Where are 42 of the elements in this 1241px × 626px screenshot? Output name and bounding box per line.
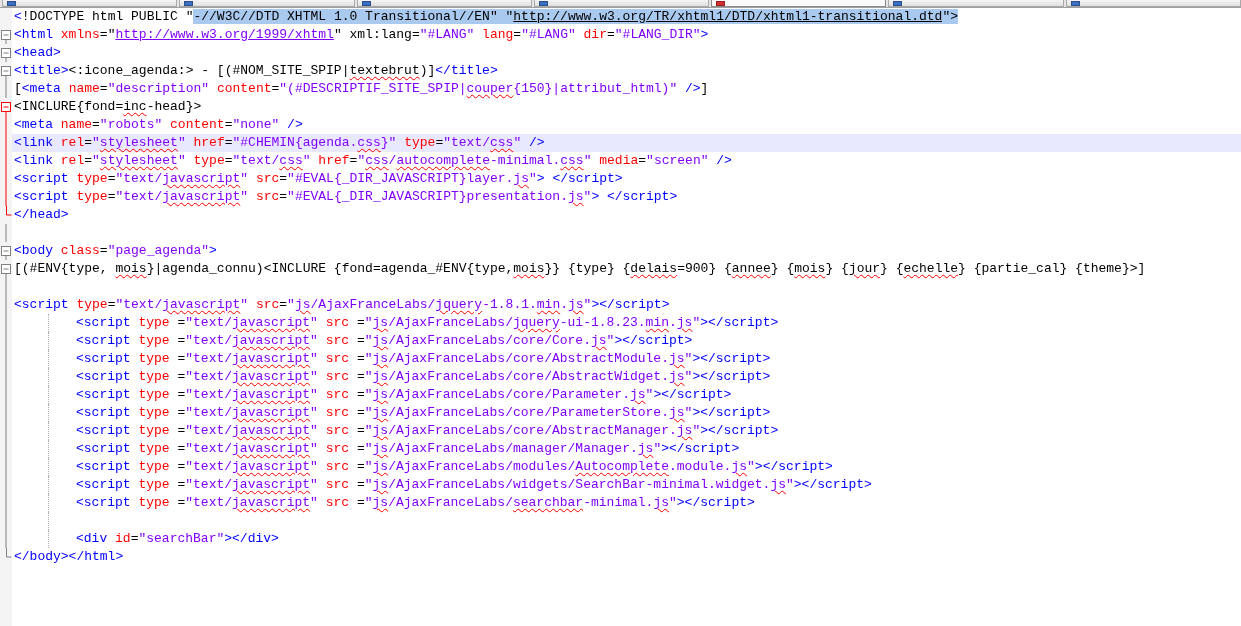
document-tab[interactable]	[1065, 0, 1241, 7]
code-line: <script type ="text/javascript" src ="js/AjaxFranceLabs/core/Parameter.js"></script>	[76, 386, 732, 404]
code-line: <script type="text/javascript" src="#EVAL{_DIR_JAVASCRIPT}presentation.js"> </script>	[14, 188, 678, 206]
document-tab[interactable]	[2, 0, 178, 7]
code-line: </body></html>	[14, 548, 124, 566]
document-tab[interactable]	[356, 0, 532, 7]
document-icon	[716, 1, 726, 6]
code-line: [(#ENV{type, mois}|agenda_connu)<INCLURE {fond=agenda_#ENV{type,mois}} {type} {delais=900} {annee} {mois} {jour} {echelle} {partie_cal} {theme}>]	[14, 260, 1146, 278]
document-icon	[538, 1, 548, 6]
code-line: <script type ="text/javascript" src ="js/AjaxFranceLabs/jquery-ui-1.8.23.min.js"></script>	[76, 314, 779, 332]
code-line: <link rel="stylesheet" href="#CHEMIN{agenda.css}" type="text/css" />	[14, 134, 545, 152]
document-tab[interactable]	[533, 0, 710, 7]
code-line: <script type ="text/javascript" src ="js/AjaxFranceLabs/core/AbstractWidget.js"></script>	[76, 368, 771, 386]
code-line: <script type ="text/javascript" src ="js/AjaxFranceLabs/core/Core.js"></script>	[76, 332, 693, 350]
code-line: <script type ="text/javascript" src ="js/AjaxFranceLabs/core/AbstractManager.js"></script>	[76, 422, 779, 440]
code-line: <!DOCTYPE html PUBLIC "-//W3C//DTD XHTML 1.0 Transitional//EN" "http://www.w3.org/TR/xhtml1/DTD/xhtml1-transitional.dtd">	[14, 8, 958, 26]
code-line: <div id="searchBar"></div>	[76, 530, 279, 548]
code-line: </head>	[14, 206, 69, 224]
code-line: <script type ="text/javascript" src ="js/AjaxFranceLabs/widgets/SearchBar-minimal.widget.js"></script>	[76, 476, 872, 494]
document-icon	[184, 1, 194, 6]
code-line: <script type ="text/javascript" src ="js/AjaxFranceLabs/manager/Manager.js"></script>	[76, 440, 740, 458]
code-line: <INCLURE{fond=inc-head}>	[14, 98, 202, 116]
code-line: <script type ="text/javascript" src ="js/AjaxFranceLabs/searchbar-minimal.js"></script>	[76, 494, 755, 512]
code-line: <head>	[14, 44, 61, 62]
document-tab[interactable]	[711, 0, 887, 7]
document-tab[interactable]	[888, 0, 1064, 7]
code-line: <title><:icone_agenda:> - [(#NOM_SITE_SPIP|textebrut)]</title>	[14, 62, 498, 80]
code-line: [<meta name="description" content="(#DESCRIPTIF_SITE_SPIP|couper{150}|attribut_html)" />]	[14, 80, 709, 98]
code-line: <html xmlns="http://www.w3.org/1999/xhtml" xml:lang="#LANG" lang="#LANG" dir="#LANG_DIR">	[14, 26, 709, 44]
code-line: <meta name="robots" content="none" />	[14, 116, 303, 134]
code-line: <script type="text/javascript" src="js/AjaxFranceLabs/jquery-1.8.1.min.js"></script>	[14, 296, 670, 314]
code-line: <script type ="text/javascript" src ="js/AjaxFranceLabs/modules/Autocomplete.module.js"></script>	[76, 458, 833, 476]
document-icon	[361, 1, 371, 6]
code-line: <script type="text/javascript" src="#EVAL{_DIR_JAVASCRIPT}layer.js"> </script>	[14, 170, 623, 188]
document-icon	[893, 1, 903, 6]
code-line: <link rel="stylesheet" type="text/css" href="css/autocomplete-minimal.css" media="screen" />	[14, 152, 732, 170]
code-line: <script type ="text/javascript" src ="js/AjaxFranceLabs/core/ParameterStore.js"></script>	[76, 404, 771, 422]
document-icon	[1070, 1, 1080, 6]
code-line: <script type ="text/javascript" src ="js/AjaxFranceLabs/core/AbstractModule.js"></script>	[76, 350, 771, 368]
document-tab[interactable]	[179, 0, 355, 7]
code-line: <body class="page_agenda">	[14, 242, 217, 260]
document-icon	[7, 1, 16, 6]
